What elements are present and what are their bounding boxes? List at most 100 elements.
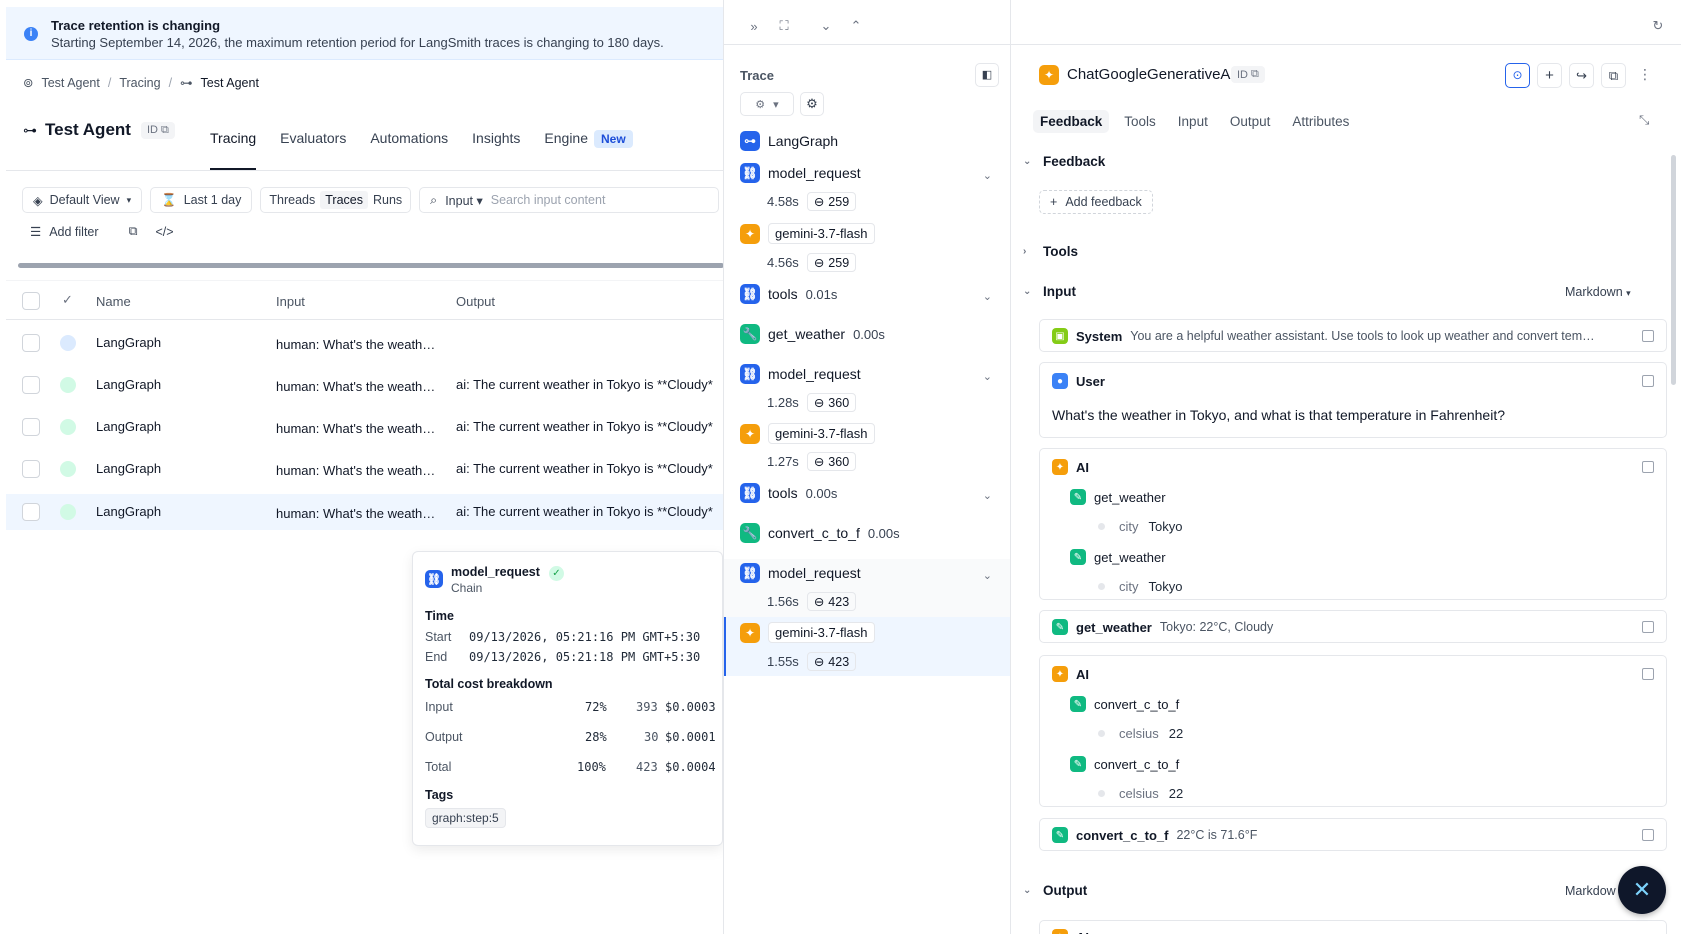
- tab-engine[interactable]: Engine New: [544, 120, 633, 170]
- view-select[interactable]: ◈ Default View ▾: [22, 187, 143, 213]
- message-user: ● User What's the weather in Tokyo, and w…: [1039, 362, 1667, 438]
- project-icon: ⊚: [23, 76, 34, 90]
- token-icon: ⊖: [813, 655, 825, 669]
- horizontal-scrollbar[interactable]: [18, 263, 723, 268]
- token-count: ⊖ 423: [806, 652, 857, 671]
- tab-tracing[interactable]: Tracing: [210, 120, 257, 170]
- tools-section-toggle[interactable]: › Tools: [1023, 244, 1078, 259]
- segment-traces[interactable]: Traces: [320, 191, 368, 209]
- chevron-up-icon[interactable]: ⌃: [844, 14, 868, 38]
- table-row[interactable]: LangGraph human: What's the weath… ai: T…: [6, 448, 723, 490]
- run-title: ChatGoogleGenerativeAI: [1067, 66, 1235, 83]
- input-section-toggle[interactable]: ⌄ Input: [1023, 284, 1076, 299]
- select-all-checkbox[interactable]: [22, 292, 40, 310]
- run-detail-pane: ✦ ChatGoogleGenerativeAI ID ⧉ ⊙ + ↪ ⧉ ⋮ F…: [1011, 0, 1681, 934]
- table-row[interactable]: LangGraph human: What's the weath…: [6, 322, 723, 364]
- chevron-down-icon[interactable]: ⌄: [983, 169, 992, 182]
- tree-node[interactable]: ✦ gemini-3.7-flash: [740, 223, 875, 244]
- row-checkbox[interactable]: [22, 334, 40, 352]
- token-icon: ⊖: [813, 195, 825, 209]
- copy-icon[interactable]: [1642, 621, 1654, 633]
- add-icon[interactable]: +: [1537, 63, 1562, 88]
- trace-filter-button[interactable]: ⚙ ▾: [740, 92, 794, 116]
- tree-node-selected[interactable]: ✦ gemini-3.7-flash: [740, 622, 875, 643]
- tree-node[interactable]: ⛓ model_request: [740, 563, 861, 583]
- copy-id-button[interactable]: ID ⧉: [140, 121, 175, 139]
- copy-icon[interactable]: [1642, 461, 1654, 473]
- run-output: ai: The current weather in Tokyo is **Cl…: [456, 377, 713, 392]
- tab-insights[interactable]: Insights: [472, 120, 520, 170]
- tab-tools[interactable]: Tools: [1117, 110, 1163, 133]
- search-input[interactable]: ⌕ Input ▾ Search input content: [419, 187, 720, 213]
- tree-node[interactable]: 🔧 get_weather 0.00s: [740, 324, 885, 344]
- end-time: 09/13/2026, 05:21:18 PM GMT+5:30: [469, 650, 701, 664]
- table-row[interactable]: LangGraph human: What's the weath… ai: T…: [6, 406, 723, 448]
- row-checkbox[interactable]: [22, 460, 40, 478]
- collapse-panel-icon[interactable]: »: [742, 14, 766, 38]
- add-feedback-button[interactable]: + Add feedback: [1039, 190, 1153, 214]
- format-select[interactable]: Markdown ▾: [1565, 285, 1631, 299]
- settings-gear-icon[interactable]: ⚙: [800, 92, 824, 116]
- code-icon[interactable]: </>: [156, 225, 174, 239]
- tree-node[interactable]: ✦ gemini-3.7-flash: [740, 423, 875, 444]
- copy-icon[interactable]: [1642, 668, 1654, 680]
- tree-node[interactable]: 🔧 convert_c_to_f 0.00s: [740, 523, 900, 543]
- copy-icon[interactable]: [1642, 330, 1654, 342]
- chevron-down-icon: ▾: [1626, 288, 1631, 298]
- run-name: LangGraph: [96, 335, 162, 350]
- success-icon: [60, 504, 76, 520]
- tab-input[interactable]: Input: [1171, 110, 1215, 133]
- row-checkbox[interactable]: [22, 418, 40, 436]
- breadcrumb-item[interactable]: Test Agent: [41, 76, 99, 90]
- feedback-section-toggle[interactable]: ⌄ Feedback: [1023, 154, 1105, 169]
- wrench-icon: ✎: [1070, 696, 1086, 712]
- tree-node[interactable]: ⊶ LangGraph: [740, 131, 838, 151]
- chevron-down-icon[interactable]: ⌄: [983, 569, 992, 582]
- chevron-down-icon[interactable]: ⌄: [983, 290, 992, 303]
- filter-bar: ◈ Default View ▾ ⌛ Last 1 day Threads Trace…: [22, 187, 720, 213]
- tab-feedback[interactable]: Feedback: [1033, 110, 1110, 133]
- column-name[interactable]: Name: [96, 294, 131, 309]
- copy-icon[interactable]: [1642, 829, 1654, 841]
- row-checkbox[interactable]: [22, 376, 40, 394]
- vertical-scrollbar[interactable]: [1671, 155, 1676, 385]
- tree-node[interactable]: ⛓ tools 0.00s: [740, 483, 837, 503]
- link-icon: ⛓: [740, 483, 760, 503]
- add-filter-button[interactable]: ☰ Add filter: [30, 224, 99, 240]
- column-input[interactable]: Input: [276, 294, 305, 309]
- token-count: ⊖ 423: [806, 592, 857, 611]
- time-range-button[interactable]: ⌛ Last 1 day: [150, 187, 253, 213]
- more-options-icon[interactable]: ⋮: [1635, 63, 1655, 88]
- column-output[interactable]: Output: [456, 294, 495, 309]
- sidebar-toggle-icon[interactable]: ◧: [975, 63, 999, 87]
- chevron-down-icon[interactable]: ⌄: [983, 489, 992, 502]
- tree-node[interactable]: ⛓ model_request: [740, 364, 861, 384]
- breadcrumb-item[interactable]: Tracing: [119, 76, 160, 90]
- assistant-chat-button[interactable]: ✕: [1618, 866, 1666, 914]
- row-checkbox[interactable]: [22, 503, 40, 521]
- expand-icon[interactable]: ⛶: [772, 14, 796, 38]
- tab-evaluators[interactable]: Evaluators: [280, 120, 346, 170]
- share-icon[interactable]: ↪: [1569, 63, 1594, 88]
- search-scope-select[interactable]: Input ▾: [445, 193, 483, 208]
- copy-id-button[interactable]: ID ⧉: [1231, 66, 1265, 83]
- copy-icon[interactable]: ⧉: [129, 224, 138, 239]
- copy-icon[interactable]: ⧉: [1601, 63, 1626, 88]
- tab-attributes[interactable]: Attributes: [1285, 110, 1356, 133]
- output-format-select[interactable]: Markdow: [1565, 884, 1616, 898]
- table-row[interactable]: LangGraph human: What's the weath… ai: T…: [6, 494, 723, 530]
- tree-node[interactable]: ⛓ tools 0.01s: [740, 284, 837, 304]
- collapse-icon[interactable]: ⤡: [1639, 112, 1649, 128]
- chevron-down-icon[interactable]: ⌄: [983, 370, 992, 383]
- success-icon: [60, 419, 76, 435]
- copy-icon[interactable]: [1642, 375, 1654, 387]
- tab-output[interactable]: Output: [1223, 110, 1278, 133]
- tree-node[interactable]: ⛓ model_request: [740, 163, 861, 183]
- table-row[interactable]: LangGraph human: What's the weath… ai: T…: [6, 364, 723, 406]
- tab-automations[interactable]: Automations: [370, 120, 448, 170]
- chevron-down-icon[interactable]: ⌄: [814, 14, 838, 38]
- output-section-toggle[interactable]: ⌄ Output: [1023, 883, 1087, 898]
- playground-icon[interactable]: ⊙: [1505, 63, 1530, 88]
- segment-threads[interactable]: Threads: [264, 191, 320, 209]
- segment-runs[interactable]: Runs: [368, 191, 407, 209]
